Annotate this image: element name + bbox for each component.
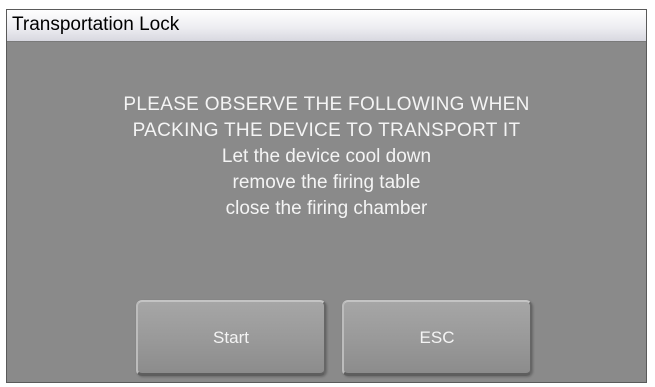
message-line-packing: PACKING THE DEVICE TO TRANSPORT IT — [132, 120, 521, 141]
esc-button-label: ESC — [419, 327, 455, 347]
message-line-cool-down: Let the device cool down — [221, 146, 432, 167]
instruction-message: PLEASE OBSERVE THE FOLLOWING WHEN PACKIN… — [7, 92, 646, 222]
title-bar: Transportation Lock — [7, 10, 646, 42]
start-button-label: Start — [213, 327, 249, 347]
start-button[interactable]: Start — [136, 300, 326, 376]
esc-button[interactable]: ESC — [342, 300, 532, 376]
message-line-observe: PLEASE OBSERVE THE FOLLOWING WHEN — [123, 94, 530, 115]
message-line-remove-table: remove the firing table — [232, 172, 421, 193]
transportation-lock-dialog: Transportation Lock PLEASE OBSERVE THE F… — [6, 9, 647, 383]
dialog-title: Transportation Lock — [12, 14, 180, 35]
message-line-close-chamber: close the firing chamber — [225, 198, 428, 219]
